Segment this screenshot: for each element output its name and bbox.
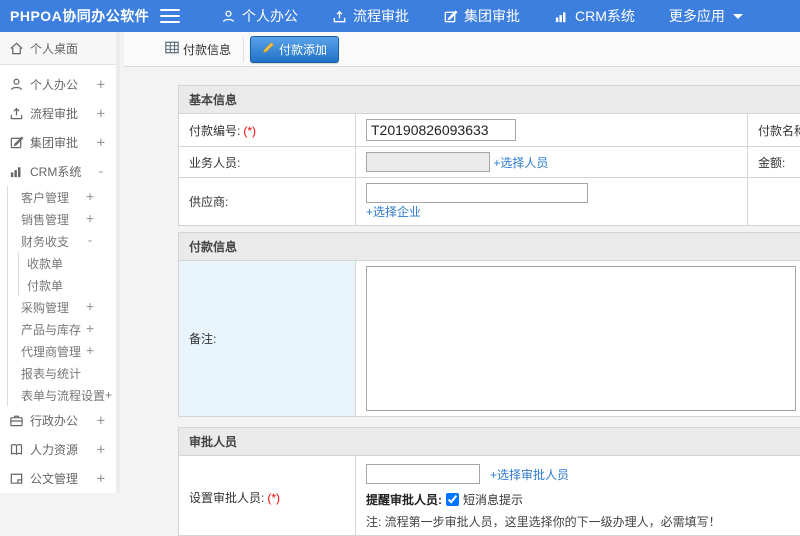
memo-textarea[interactable] — [366, 266, 796, 411]
book-icon — [9, 442, 24, 457]
select-approver-link[interactable]: +选择审批人员 — [490, 466, 569, 483]
expand-toggle[interactable]: + — [86, 212, 94, 227]
form-content: 基本信息 付款编号:(*) 付款名称:(*) 业务人员: +选择人员 金额: — [124, 67, 800, 536]
edit-icon — [443, 9, 458, 24]
tab-payment-add[interactable]: 付款添加 — [250, 36, 339, 63]
nav-workflow-approval[interactable]: 流程审批 — [332, 6, 409, 26]
expand-toggle[interactable]: + — [86, 344, 94, 359]
sidebar-item-document-mgmt[interactable]: 公文管理 + — [0, 464, 116, 493]
sidebar-item-human-resources[interactable]: 人力资源 + — [0, 435, 116, 464]
payment-number-input[interactable] — [366, 119, 516, 141]
pencil-icon — [262, 41, 275, 57]
select-company-link[interactable]: +选择企业 — [366, 205, 421, 219]
user-icon — [221, 9, 236, 24]
approver-input[interactable] — [366, 464, 480, 484]
sidebar-item-product-inventory[interactable]: 产品与库存 + — [8, 318, 116, 340]
chart-icon — [9, 164, 24, 179]
user-icon — [9, 77, 24, 92]
expand-toggle[interactable]: + — [97, 135, 105, 151]
expand-toggle[interactable]: + — [97, 471, 105, 487]
approver-note: 注: 流程第一步审批人员，这里选择你的下一级办理人，必需填写！ — [366, 513, 800, 530]
approver-section: 审批人员 设置审批人员:(*) +选择审批人员 提醒审批人员: 短消息提示 注: — [178, 427, 800, 536]
empty-cell — [748, 178, 800, 226]
section-title-basic: 基本信息 — [179, 86, 800, 114]
app-title: PHPOA协同办公软件 — [0, 6, 160, 26]
sidebar-item-workflow-approval[interactable]: 流程审批 + — [0, 99, 116, 128]
sidebar-item-admin-office[interactable]: 行政办公 + — [0, 406, 116, 435]
payno-label-cell: 付款编号:(*) — [179, 114, 356, 147]
share-icon — [9, 106, 24, 121]
sidebar-item-personal-desktop[interactable]: 个人桌面 — [0, 32, 116, 65]
topbar: PHPOA协同办公软件 个人办公 流程审批 集团审批 — [0, 0, 800, 32]
edit-icon — [9, 135, 24, 150]
nav-group-approval[interactable]: 集团审批 — [443, 6, 520, 26]
sidebar-item-personal-office[interactable]: 个人办公 + — [0, 70, 116, 99]
sms-remind-label: 短消息提示 — [463, 491, 523, 508]
sidebar: 个人桌面 个人办公 + 流程审批 + 集团审批 + CRM系统 — [0, 32, 120, 493]
sidebar-item-receipt-form[interactable]: 收款单 — [19, 252, 116, 274]
supplier-label-cell: 供应商: — [179, 178, 356, 226]
sms-remind-checkbox[interactable] — [446, 493, 459, 506]
section-title-payment: 付款信息 — [179, 233, 800, 261]
briefcase-icon — [9, 413, 24, 428]
staff-input[interactable] — [366, 152, 490, 172]
approver-label-cell: 设置审批人员:(*) — [179, 456, 356, 536]
staff-label-cell: 业务人员: — [179, 147, 356, 178]
memo-label-cell: 备注: — [179, 261, 356, 417]
home-icon — [9, 41, 24, 56]
sidebar-item-finance[interactable]: 财务收支 - — [8, 230, 116, 252]
section-title-approver: 审批人员 — [179, 428, 800, 456]
expand-toggle[interactable]: + — [86, 190, 94, 205]
sidebar-item-crm-system[interactable]: CRM系统 - — [0, 157, 116, 186]
nav-more-apps[interactable]: 更多应用 — [669, 6, 743, 26]
expand-toggle[interactable]: + — [86, 300, 94, 315]
chart-icon — [554, 9, 569, 24]
payment-info-section: 付款信息 备注: — [178, 232, 800, 417]
nav-personal-office[interactable]: 个人办公 — [221, 6, 298, 26]
amount-label-cell: 金额: — [748, 147, 800, 178]
sidebar-item-reports-stats[interactable]: 报表与统计 — [8, 362, 116, 384]
sidebar-item-payment-form[interactable]: 付款单 — [19, 274, 116, 296]
remind-label: 提醒审批人员: — [366, 491, 442, 508]
sidebar-item-customer-mgmt[interactable]: 客户管理 + — [8, 186, 116, 208]
tab-bar: 付款信息 付款添加 — [124, 32, 800, 67]
tab-payment-info[interactable]: 付款信息 — [157, 37, 244, 62]
sidebar-item-form-flow-settings[interactable]: 表单与流程设置+ — [8, 384, 116, 406]
sidebar-item-sales-mgmt[interactable]: 销售管理 + — [8, 208, 116, 230]
doc-icon — [9, 471, 24, 486]
table-icon — [165, 41, 179, 57]
hamburger-icon[interactable] — [160, 9, 180, 23]
top-nav: 个人办公 流程审批 集团审批 CRM系统 更多应用 — [204, 6, 760, 26]
caret-down-icon — [733, 14, 743, 19]
main-area: 付款信息 付款添加 基本信息 付款编号:(*) 付款名称: — [124, 32, 800, 493]
expand-toggle[interactable]: + — [97, 106, 105, 122]
payname-label-cell: 付款名称:(*) — [748, 114, 800, 147]
nav-crm-system[interactable]: CRM系统 — [554, 6, 635, 26]
crm-submenu: 客户管理 + 销售管理 + 财务收支 - 收款单 付款单 采购管理 + 产品与库… — [7, 186, 116, 406]
expand-toggle[interactable]: + — [97, 442, 105, 458]
expand-toggle[interactable]: - — [86, 234, 94, 249]
finance-submenu: 收款单 付款单 — [18, 252, 116, 296]
sidebar-item-group-approval[interactable]: 集团审批 + — [0, 128, 116, 157]
sidebar-item-purchase-mgmt[interactable]: 采购管理 + — [8, 296, 116, 318]
sidebar-item-agent-mgmt[interactable]: 代理商管理 + — [8, 340, 116, 362]
expand-toggle[interactable]: + — [97, 413, 105, 429]
expand-toggle[interactable]: - — [97, 164, 105, 180]
supplier-input[interactable] — [366, 183, 588, 203]
expand-toggle[interactable]: + — [86, 322, 94, 337]
select-staff-link[interactable]: +选择人员 — [493, 156, 548, 170]
expand-toggle[interactable]: + — [97, 77, 105, 93]
required-mark: (*) — [243, 124, 256, 138]
expand-toggle[interactable]: + — [105, 388, 112, 402]
share-icon — [332, 9, 347, 24]
basic-info-section: 基本信息 付款编号:(*) 付款名称:(*) 业务人员: +选择人员 金额: — [178, 85, 800, 226]
